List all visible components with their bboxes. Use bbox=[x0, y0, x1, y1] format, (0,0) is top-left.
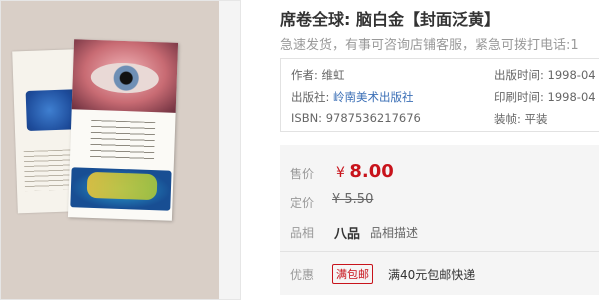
publisher-label: 出版社: bbox=[291, 90, 330, 104]
author-value: 维虹 bbox=[321, 68, 345, 82]
print-date-value: 1998-04 bbox=[547, 90, 596, 104]
front-cover-text-block bbox=[89, 119, 156, 163]
sale-price-label: 售价 bbox=[290, 167, 315, 181]
product-title: 席卷全球: 脑白金【封面泛黄】 bbox=[280, 10, 500, 29]
binding-row: 装帧: 平装 bbox=[494, 111, 548, 127]
publisher-row: 出版社: 岭南美术出版社 bbox=[291, 89, 414, 105]
isbn-row: ISBN: 9787536217676 bbox=[291, 111, 421, 125]
binding-value: 平装 bbox=[524, 112, 548, 126]
book-info-panel: 作者: 维虹 出版社: 岭南美术出版社 ISBN: 9787536217676 … bbox=[280, 58, 599, 132]
product-photo[interactable] bbox=[1, 1, 219, 299]
original-price: ¥ 5.50 bbox=[332, 192, 374, 207]
quality-description-link[interactable]: 品相描述 bbox=[370, 224, 418, 241]
pub-date-value: 1998-04 bbox=[547, 68, 596, 82]
eye-graphic bbox=[90, 61, 160, 95]
free-shipping-badge: 满包邮 bbox=[332, 264, 373, 284]
divider bbox=[280, 251, 599, 252]
print-date-row: 印刷时间: 1998-04 bbox=[494, 89, 596, 105]
quality-value: 八品 bbox=[334, 227, 361, 242]
promo-text: 满40元包邮快递 bbox=[388, 268, 476, 282]
promo-label: 优惠 bbox=[290, 268, 315, 282]
front-cover-title-art bbox=[86, 171, 158, 201]
sale-price-value: 8.00 bbox=[349, 161, 394, 182]
price-panel: 售价 ¥ 8.00 定价 ¥ 5.50 品相 八品 品相描述 优惠 满包邮 满4… bbox=[280, 145, 599, 295]
currency-symbol: ¥ bbox=[336, 165, 345, 181]
product-image-frame[interactable] bbox=[0, 0, 241, 300]
author-row: 作者: 维虹 bbox=[291, 67, 345, 83]
author-label: 作者: bbox=[291, 68, 318, 82]
product-subtitle: 急速发货，有事可咨询店铺客服，紧急可拨打电话:1 bbox=[280, 38, 579, 53]
publisher-link[interactable]: 岭南美术出版社 bbox=[333, 90, 414, 104]
quality-label: 品相 bbox=[290, 226, 315, 240]
isbn-label: ISBN: bbox=[291, 111, 323, 125]
print-date-label: 印刷时间: bbox=[494, 90, 544, 104]
original-price-label: 定价 bbox=[290, 196, 315, 210]
book-front-cover bbox=[67, 39, 179, 221]
isbn-value: 9787536217676 bbox=[325, 111, 421, 125]
pub-date-row: 出版时间: 1998-04 bbox=[494, 67, 596, 83]
pub-date-label: 出版时间: bbox=[494, 68, 544, 82]
binding-label: 装帧: bbox=[494, 112, 521, 126]
front-cover-eye-photo bbox=[71, 39, 179, 113]
sale-price: ¥ 8.00 bbox=[336, 161, 394, 182]
